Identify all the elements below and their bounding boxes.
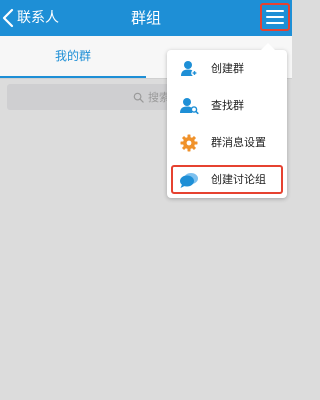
search-inner: 搜索 bbox=[133, 84, 170, 110]
find-group-icon bbox=[180, 98, 199, 115]
header-bar: 联系人 群组 bbox=[0, 0, 292, 36]
menu-item-create-discussion[interactable]: 创建讨论组 bbox=[167, 161, 287, 198]
menu-item-label: 查找群 bbox=[211, 99, 244, 112]
back-button[interactable]: 联系人 bbox=[2, 4, 59, 32]
hamburger-menu-icon bbox=[266, 10, 284, 24]
dropdown-menu: 创建群 查找群 群消息设置 创建讨论组 bbox=[167, 43, 287, 198]
menu-item-label: 创建讨论组 bbox=[211, 173, 266, 186]
chevron-left-icon bbox=[2, 8, 14, 28]
menu-item-label: 群消息设置 bbox=[211, 136, 266, 149]
menu-item-find-group[interactable]: 查找群 bbox=[167, 87, 287, 124]
menu-button[interactable] bbox=[260, 3, 290, 31]
active-tab-indicator bbox=[0, 76, 146, 78]
dropdown-arrow bbox=[261, 43, 275, 50]
menu-item-label: 创建群 bbox=[211, 62, 244, 75]
gear-icon bbox=[180, 134, 198, 152]
person-add-icon bbox=[181, 61, 198, 77]
menu-item-group-message-settings[interactable]: 群消息设置 bbox=[167, 124, 287, 161]
menu-item-create-group[interactable]: 创建群 bbox=[167, 50, 287, 87]
group-screen: 联系人 群组 我的群 搜索 创建群 查找群 群消息设置 创建讨论组 bbox=[0, 0, 292, 400]
search-icon bbox=[133, 92, 144, 103]
chat-bubbles-icon bbox=[180, 173, 198, 188]
back-label: 联系人 bbox=[17, 10, 59, 26]
tab-my-groups[interactable]: 我的群 bbox=[0, 36, 146, 76]
